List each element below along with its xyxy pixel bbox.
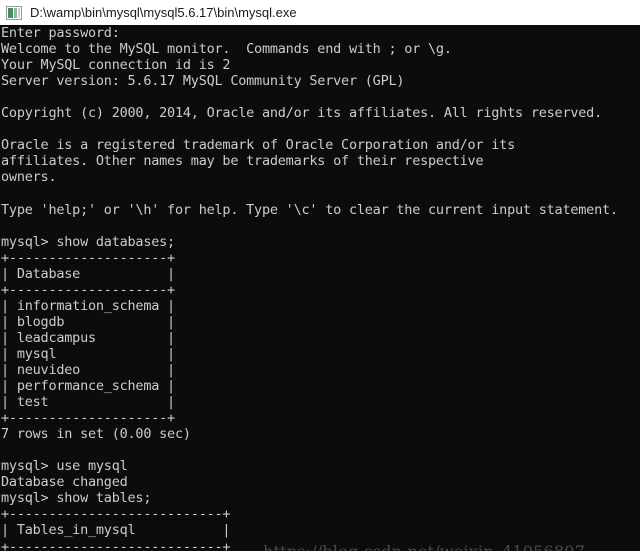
mysql-console-window: D:\wamp\bin\mysql\mysql5.6.17\bin\mysql.… bbox=[0, 0, 640, 551]
console-window-icon bbox=[6, 5, 22, 20]
window-title: D:\wamp\bin\mysql\mysql5.6.17\bin\mysql.… bbox=[30, 5, 297, 20]
terminal-text: Enter password: Welcome to the MySQL mon… bbox=[1, 25, 618, 551]
window-titlebar[interactable]: D:\wamp\bin\mysql\mysql5.6.17\bin\mysql.… bbox=[0, 0, 640, 25]
terminal-output-area[interactable]: Enter password: Welcome to the MySQL mon… bbox=[0, 25, 640, 551]
